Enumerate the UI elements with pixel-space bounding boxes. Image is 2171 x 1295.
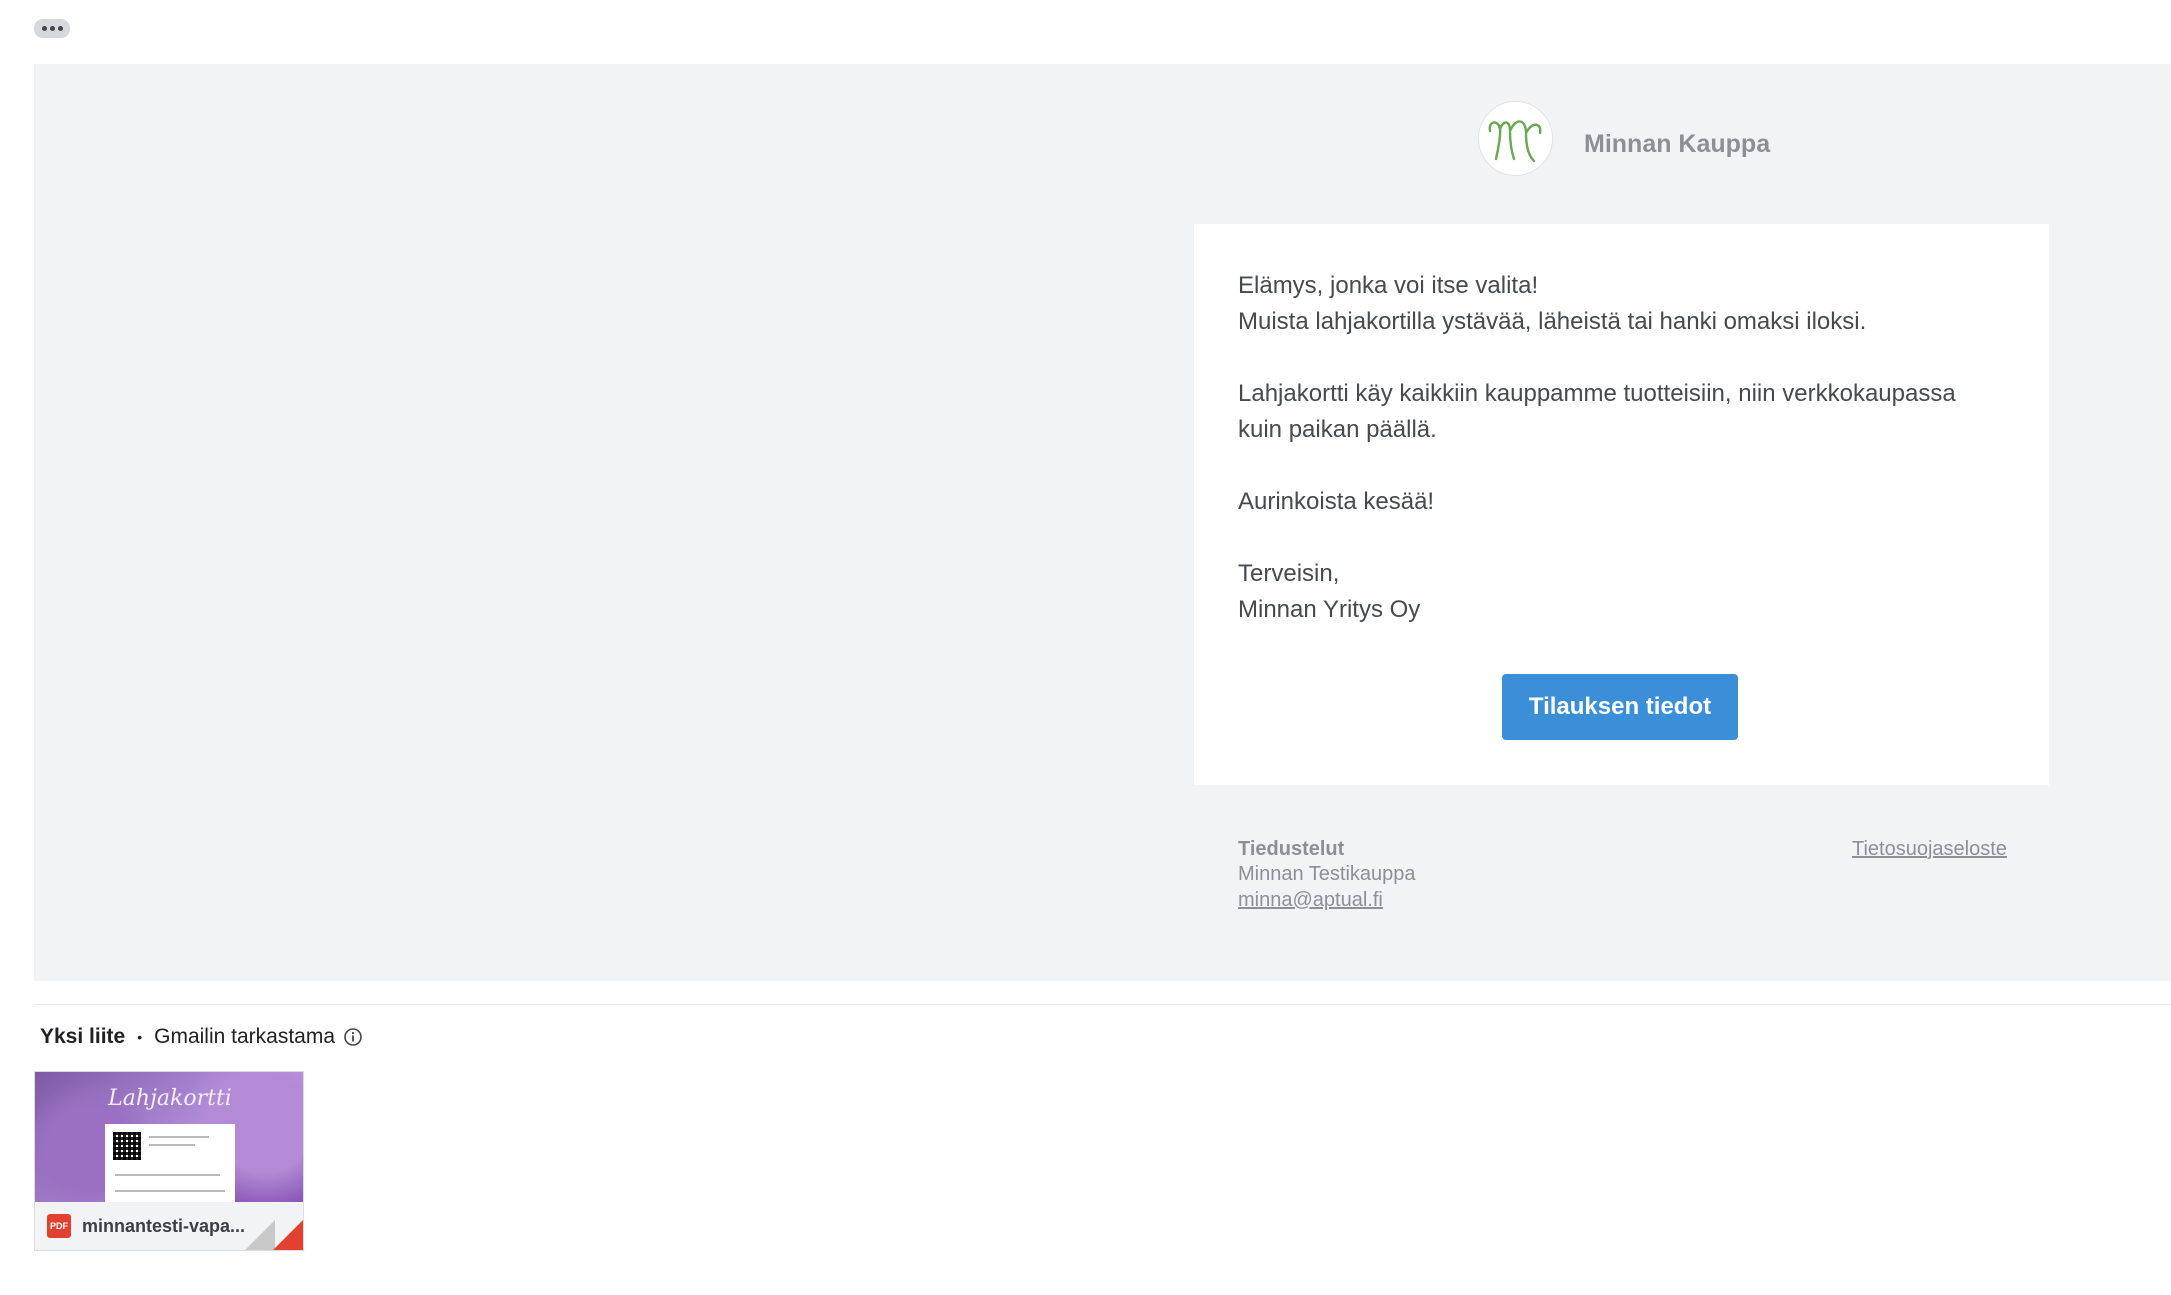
separator-dot: • [137, 1029, 143, 1045]
message-paragraph: Aurinkoista kesää! [1238, 484, 1998, 520]
qr-code-icon [113, 1132, 141, 1160]
dot-icon [49, 26, 55, 31]
order-details-button[interactable]: Tilauksen tiedot [1502, 674, 1738, 740]
message-paragraph: Elämys, jonka voi itse valita! Muista la… [1238, 268, 1998, 340]
footer-email-link[interactable]: minna@aptual.fi [1238, 889, 1383, 912]
store-logo [1478, 101, 1553, 176]
message-line: Elämys, jonka voi itse valita! [1238, 272, 1539, 299]
attachment-count: Yksi liite [40, 1025, 126, 1048]
dot-icon [57, 26, 63, 31]
message-paragraph: Lahjakortti käy kaikkiin kauppamme tuott… [1238, 376, 1998, 448]
privacy-policy-link[interactable]: Tietosuojaseloste [1852, 838, 2007, 861]
store-name: Minnan Kauppa [1584, 130, 1771, 158]
info-icon[interactable] [343, 1027, 363, 1047]
attachment-thumbnail: Lahjakortti [35, 1072, 303, 1202]
thumbnail-text-line [115, 1174, 220, 1176]
thumbnail-text-line [149, 1136, 209, 1138]
footer-inquiries-title: Tiedustelut [1238, 838, 1345, 860]
thumbnail-text-line [149, 1144, 195, 1146]
message-line: Aurinkoista kesää! [1238, 488, 1435, 515]
pdf-corner-icon [273, 1220, 303, 1250]
message-line: Terveisin, [1238, 560, 1340, 587]
message-line: Minnan Yritys Oy [1238, 596, 1421, 623]
attachment-tile[interactable]: Lahjakortti PDF minnantesti-vapa... [34, 1071, 304, 1251]
thumbnail-title: Lahjakortti [108, 1086, 232, 1111]
message-body: Elämys, jonka voi itse valita! Muista la… [1238, 268, 1998, 664]
store-logo-m-icon [1488, 119, 1541, 162]
message-line: Lahjakortti käy kaikkiin kauppamme tuott… [1238, 380, 1956, 407]
page-fold-icon [245, 1220, 275, 1250]
message-signature: Terveisin, Minnan Yritys Oy [1238, 556, 1998, 628]
pdf-icon: PDF [47, 1214, 71, 1238]
more-options-button[interactable] [34, 19, 70, 38]
thumbnail-giftcard [105, 1124, 235, 1202]
scanned-by-gmail-label: Gmailin tarkastama [154, 1025, 336, 1048]
thumbnail-text-line [115, 1190, 225, 1192]
dot-icon [41, 26, 47, 31]
attachments-header: Yksi liite • Gmailin tarkastama [40, 1025, 363, 1049]
message-line: Muista lahjakortilla ystävää, läheistä t… [1238, 308, 1867, 335]
footer-company: Minnan Testikauppa [1238, 863, 1416, 885]
attachments-divider [34, 1004, 2171, 1005]
attachment-file-name: minnantesti-vapa... [82, 1215, 246, 1236]
message-line: kuin paikan päällä. [1238, 416, 1437, 443]
